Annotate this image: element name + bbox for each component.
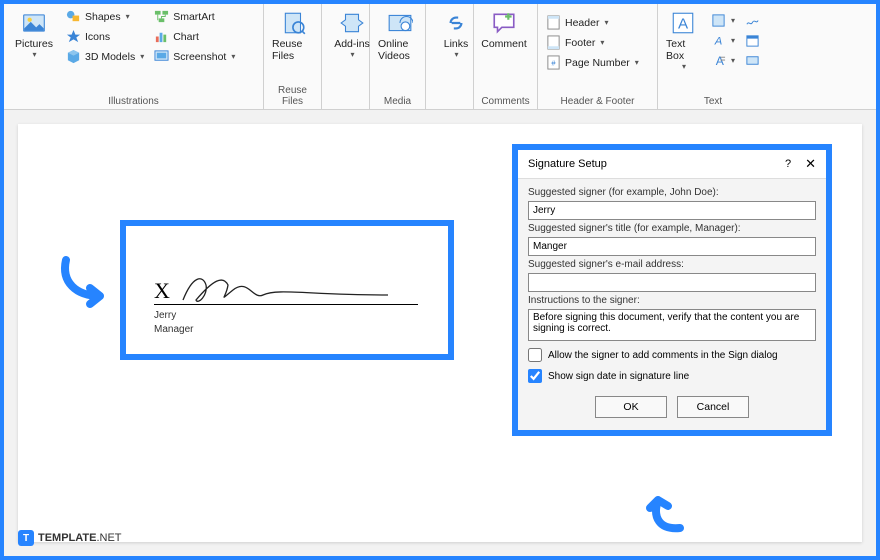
pictures-icon: [21, 10, 47, 36]
online-videos-button[interactable]: Online Videos: [376, 8, 424, 64]
comment-button[interactable]: Comment: [480, 8, 528, 52]
pagenum-icon: #: [546, 55, 561, 70]
object-icon: [745, 53, 760, 68]
addins-button[interactable]: Add-ins▾: [328, 8, 376, 61]
signature-line: [154, 304, 418, 305]
ribbon: Pictures▾ Shapes▾ Icons 3D Models▾ Smart…: [4, 4, 876, 110]
icons-icon: [66, 29, 81, 44]
annotation-arrow-2: [640, 490, 690, 534]
show-date-checkbox[interactable]: Show sign date in signature line: [528, 369, 816, 383]
group-label-media: Media: [376, 94, 419, 107]
signature-line-box[interactable]: X Jerry Manager: [120, 220, 454, 360]
instructions-input[interactable]: [528, 309, 816, 341]
header-button[interactable]: Header▾: [544, 14, 651, 31]
email-input[interactable]: [528, 273, 816, 292]
reuse-icon: [281, 10, 307, 36]
reuse-files-button[interactable]: Reuse Files: [270, 8, 318, 64]
pictures-button[interactable]: Pictures▾: [10, 8, 58, 65]
template-logo-icon: T: [18, 530, 34, 546]
footer-button[interactable]: Footer▾: [544, 34, 651, 51]
parts-icon: [711, 13, 726, 28]
addins-icon: [339, 10, 365, 36]
signer-title: Manager: [154, 324, 193, 335]
date-icon: [745, 33, 760, 48]
group-label-comments: Comments: [480, 94, 531, 107]
cube-icon: [66, 49, 81, 64]
object-button[interactable]: [743, 52, 762, 69]
smartart-icon: [154, 9, 169, 24]
dropcap-button[interactable]: A▾: [709, 52, 737, 69]
group-label-illustrations: Illustrations: [10, 94, 257, 107]
signature-x: X: [154, 278, 170, 304]
wordart-icon: A: [711, 33, 726, 48]
text-box-button[interactable]: A Text Box▾: [664, 8, 703, 73]
label-signer: Suggested signer (for example, John Doe)…: [528, 187, 816, 198]
group-label-reuse: Reuse Files: [270, 83, 315, 107]
label-email: Suggested signer's e-mail address:: [528, 259, 816, 270]
links-button[interactable]: Links▾: [432, 8, 480, 61]
shapes-icon: [66, 9, 81, 24]
wordart-button[interactable]: A▾: [709, 32, 737, 49]
dialog-title: Signature Setup: [528, 158, 785, 170]
signer-name: Jerry: [154, 310, 176, 321]
cancel-button[interactable]: Cancel: [677, 396, 749, 418]
date-time-button[interactable]: [743, 32, 762, 49]
allow-comments-checkbox[interactable]: Allow the signer to add comments in the …: [528, 348, 816, 362]
sig-icon: [745, 13, 760, 28]
dialog-titlebar: Signature Setup ? ✕: [518, 150, 826, 179]
group-label-headerfooter: Header & Footer: [544, 94, 651, 107]
label-instructions: Instructions to the signer:: [528, 295, 816, 306]
shapes-button[interactable]: Shapes▾: [64, 8, 146, 25]
chart-icon: [154, 29, 169, 44]
icons-button[interactable]: Icons: [64, 28, 146, 45]
annotation-arrow-1: [56, 252, 116, 312]
watermark: T TEMPLATE.NET: [18, 530, 122, 546]
screenshot-button[interactable]: Screenshot▾: [152, 48, 237, 65]
chart-button[interactable]: Chart: [152, 28, 237, 45]
textbox-icon: A: [670, 10, 696, 36]
document-page: X Jerry Manager Signature Setup ? ✕ Sugg…: [18, 124, 862, 542]
title-input[interactable]: [528, 237, 816, 256]
dropcap-icon: A: [711, 53, 726, 68]
ok-button[interactable]: OK: [595, 396, 667, 418]
signature-setup-dialog: Signature Setup ? ✕ Suggested signer (fo…: [512, 144, 832, 436]
smartart-button[interactable]: SmartArt: [152, 8, 237, 25]
comment-icon: [491, 10, 517, 36]
svg-text:A: A: [678, 15, 689, 32]
header-icon: [546, 15, 561, 30]
signer-input[interactable]: [528, 201, 816, 220]
video-icon: [387, 10, 413, 36]
sig-line-button[interactable]: [743, 12, 762, 29]
footer-icon: [546, 35, 561, 50]
svg-text:A: A: [716, 54, 725, 68]
screenshot-icon: [154, 49, 169, 64]
help-button[interactable]: ?: [785, 158, 791, 170]
3d-models-button[interactable]: 3D Models▾: [64, 48, 146, 65]
quick-parts-button[interactable]: ▾: [709, 12, 737, 29]
page-number-button[interactable]: #Page Number▾: [544, 54, 651, 71]
close-button[interactable]: ✕: [805, 156, 816, 172]
label-title: Suggested signer's title (for example, M…: [528, 223, 816, 234]
group-label-text: Text: [664, 94, 762, 107]
svg-text:A: A: [714, 35, 723, 47]
link-icon: [443, 10, 469, 36]
document-canvas: X Jerry Manager Signature Setup ? ✕ Sugg…: [4, 110, 876, 556]
